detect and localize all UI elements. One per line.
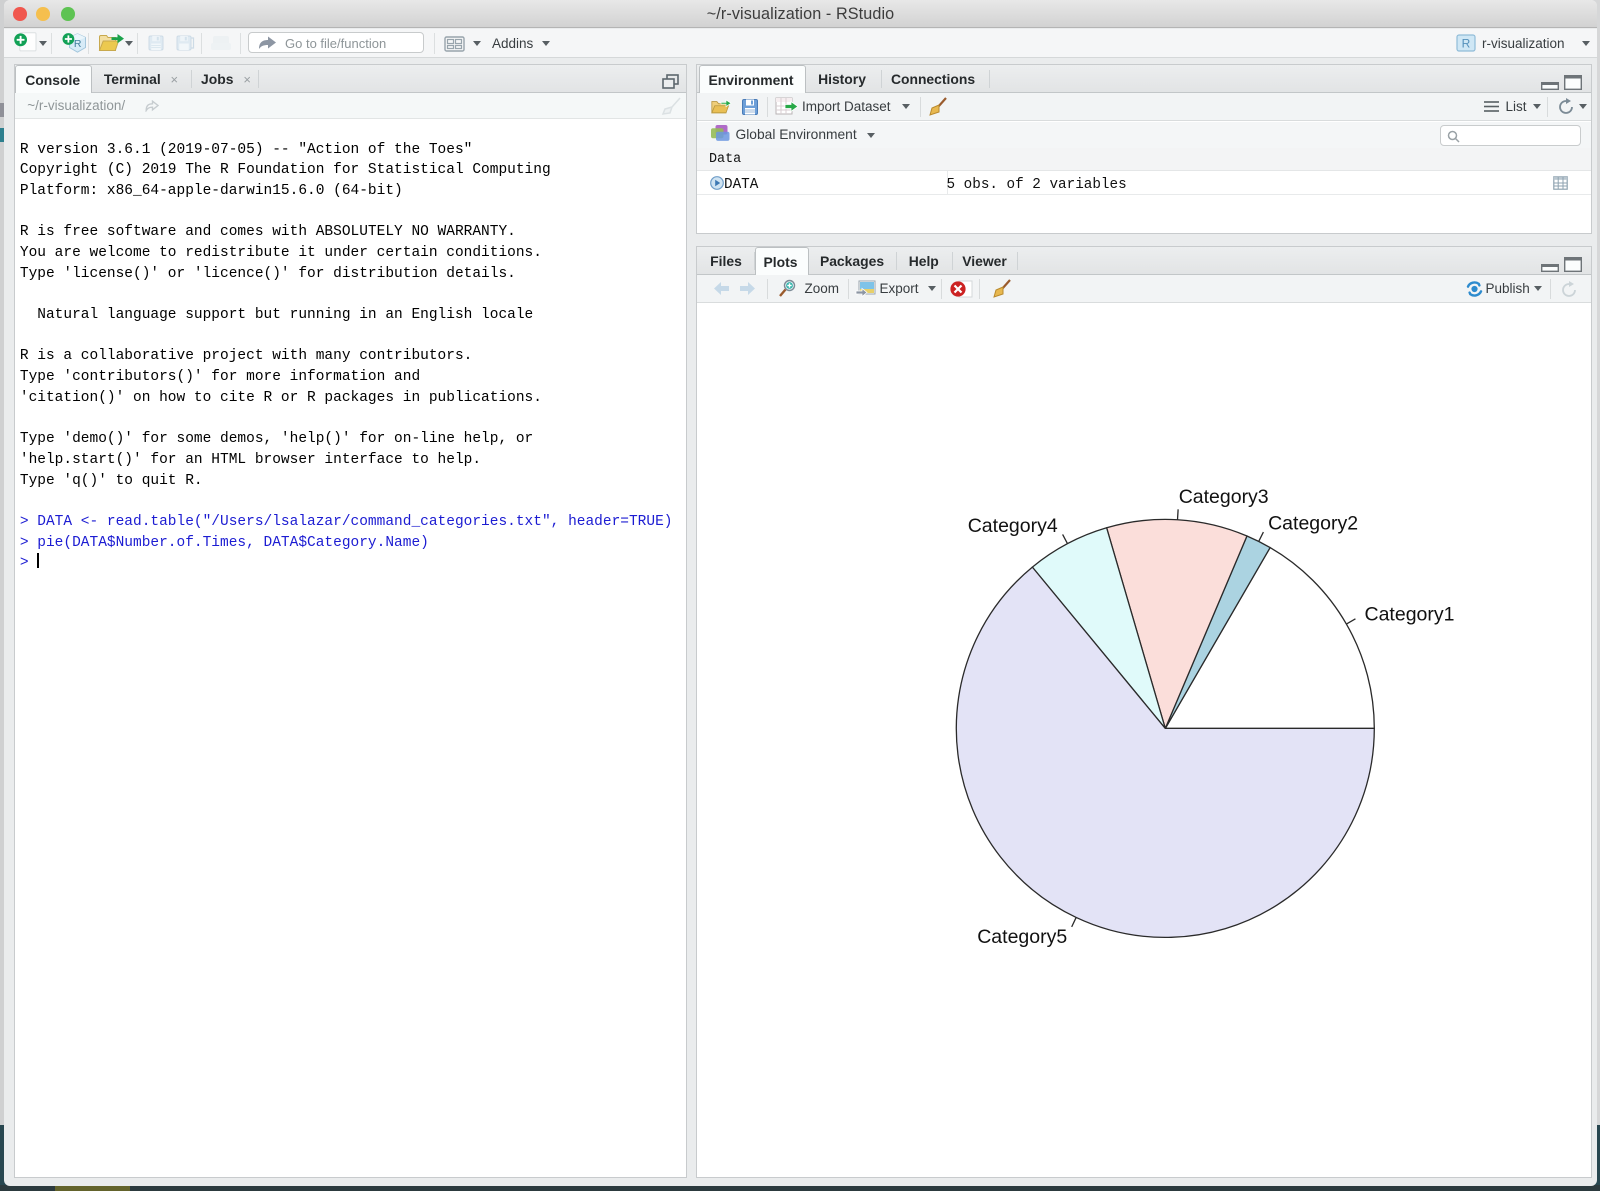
svg-text:Category5: Category5 [977, 926, 1067, 948]
svg-text:Category2: Category2 [1268, 513, 1358, 535]
svg-text:Category1: Category1 [1364, 603, 1454, 625]
svg-text:Category4: Category4 [967, 515, 1057, 537]
svg-text:R: R [74, 38, 82, 50]
svg-text:R: R [1462, 37, 1471, 51]
svg-text:Category3: Category3 [1178, 486, 1268, 508]
